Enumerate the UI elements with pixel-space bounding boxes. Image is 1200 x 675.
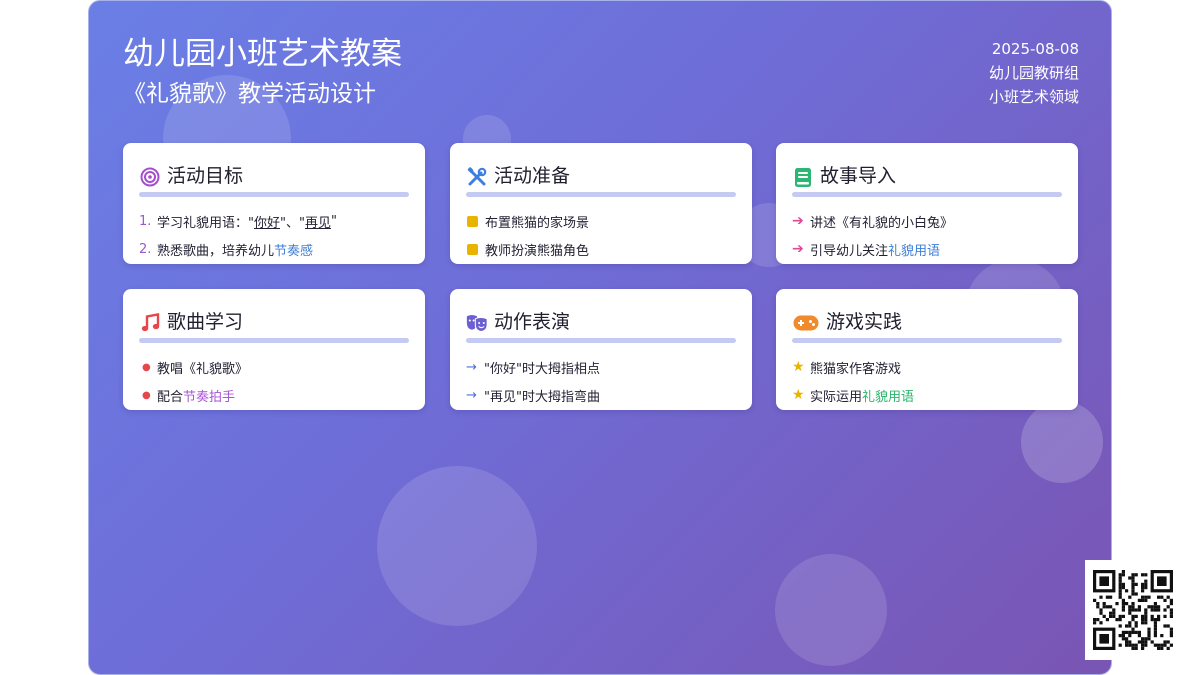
item-text: 教师扮演熊猫角色	[485, 243, 590, 259]
card-title: 故事导入	[820, 165, 897, 187]
decor-bubble	[775, 554, 887, 666]
bullet-dot-icon: ●	[142, 389, 151, 401]
list-item: ★ 熊猫家作客游戏	[792, 353, 1062, 381]
decor-bubble	[1021, 401, 1103, 483]
card-header: 游戏实践	[792, 289, 1062, 338]
meta-domain: 小班艺术领域	[988, 88, 1079, 106]
card-title: 活动准备	[494, 165, 571, 187]
item-text: "你好"时大拇指相点	[484, 361, 600, 377]
square-bullet-icon	[467, 215, 478, 227]
card-divider	[139, 338, 409, 343]
music-note-icon	[139, 312, 161, 334]
card-header: 动作表演	[466, 289, 736, 338]
item-text: 熊猫家作客游戏	[810, 361, 902, 377]
card-game: 游戏实践 ★ 熊猫家作客游戏 ★ 实际运用 礼貌用语	[776, 289, 1078, 410]
tools-icon	[466, 166, 488, 188]
header: 幼儿园小班艺术教案 《礼貌歌》教学活动设计	[123, 35, 402, 109]
star-icon: ★	[792, 359, 805, 375]
card-story: 故事导入 ➔ 讲述《有礼貌的小白兔》 ➔ 引导幼儿关注 礼貌用语	[776, 143, 1078, 264]
highlight-text: 礼貌用语	[888, 243, 941, 259]
card-song: 歌曲学习 ● 教唱《礼貌歌》 ● 配合 节奏拍手	[123, 289, 425, 410]
qr-code	[1085, 560, 1181, 660]
list-item: 1. 学习礼貌用语：" 你好 "、" 再见 "	[139, 207, 409, 235]
card-header: 故事导入	[792, 143, 1062, 192]
item-text: 布置熊猫的家场景	[485, 215, 590, 231]
gamepad-icon	[792, 312, 820, 334]
card-header: 活动目标	[139, 143, 409, 192]
item-text: 引导幼儿关注	[810, 243, 889, 259]
item-text: 学习礼貌用语："	[157, 215, 254, 231]
card-divider	[792, 192, 1062, 197]
item-text: 熟悉歌曲，培养幼儿	[157, 243, 275, 259]
item-text: 实际运用	[810, 389, 863, 405]
card-divider	[139, 192, 409, 197]
card-goals: 活动目标 1. 学习礼貌用语：" 你好 "、" 再见 " 2. 熟悉歌曲，培养幼儿 节奏感	[123, 143, 425, 264]
arrow-right-icon: ➔	[792, 213, 804, 229]
card-divider	[466, 192, 736, 197]
list-item: → "再见"时大拇指弯曲	[466, 381, 736, 409]
highlight-text: 节奏拍手	[183, 389, 236, 405]
target-icon	[139, 166, 161, 188]
list-item: 2. 熟悉歌曲，培养幼儿 节奏感	[139, 235, 409, 263]
item-text: "	[330, 213, 337, 229]
theater-masks-icon	[466, 312, 488, 334]
card-action: 动作表演 → "你好"时大拇指相点 → "再见"时大拇指弯曲	[450, 289, 752, 410]
arrow-right-icon: ➔	[792, 241, 804, 257]
list-item: ★ 实际运用 礼貌用语	[792, 381, 1062, 409]
meta-date: 2025-08-08	[991, 40, 1079, 58]
card-prep: 活动准备 布置熊猫的家场景 教师扮演熊猫角色	[450, 143, 752, 264]
item-text: 教唱《礼貌歌》	[157, 361, 249, 377]
keyword-goodbye: 再见	[304, 215, 331, 231]
decor-bubble	[377, 466, 537, 626]
page-title: 幼儿园小班艺术教案	[123, 36, 402, 72]
card-title: 活动目标	[167, 165, 244, 187]
arrow-right-icon: →	[466, 387, 477, 403]
card-title: 歌曲学习	[167, 311, 244, 333]
list-item: ● 教唱《礼貌歌》	[139, 353, 409, 381]
card-header: 活动准备	[466, 143, 736, 192]
bullet-dot-icon: ●	[142, 361, 151, 373]
page-subtitle: 《礼貌歌》教学活动设计	[123, 81, 376, 107]
item-text: 配合	[157, 389, 184, 405]
card-title: 动作表演	[494, 311, 571, 333]
list-number: 1.	[139, 213, 152, 229]
list-item: ➔ 引导幼儿关注 礼貌用语	[792, 235, 1062, 263]
square-bullet-icon	[467, 243, 478, 255]
list-number: 2.	[139, 241, 152, 257]
card-header: 歌曲学习	[139, 289, 409, 338]
meta-author: 幼儿园教研组	[988, 64, 1079, 82]
card-title: 游戏实践	[826, 311, 903, 333]
list-item: 布置熊猫的家场景	[466, 207, 736, 235]
item-text: 讲述《有礼貌的小白兔》	[810, 215, 954, 231]
item-text: "再见"时大拇指弯曲	[484, 389, 600, 405]
arrow-right-icon: →	[466, 359, 477, 375]
card-divider	[792, 338, 1062, 343]
list-item: ➔ 讲述《有礼貌的小白兔》	[792, 207, 1062, 235]
highlight-text: 节奏感	[274, 243, 314, 259]
highlight-text: 礼貌用语	[862, 389, 915, 405]
book-icon	[792, 166, 814, 188]
meta-info: 2025-08-08 幼儿园教研组 小班艺术领域	[989, 37, 1079, 109]
list-item: 教师扮演熊猫角色	[466, 235, 736, 263]
item-text: "、"	[280, 215, 305, 231]
list-item: → "你好"时大拇指相点	[466, 353, 736, 381]
lesson-plan-slide: 幼儿园小班艺术教案 《礼貌歌》教学活动设计 2025-08-08 幼儿园教研组 …	[88, 0, 1112, 675]
keyword-hello: 你好	[253, 215, 280, 231]
card-divider	[466, 338, 736, 343]
list-item: ● 配合 节奏拍手	[139, 381, 409, 409]
star-icon: ★	[792, 387, 805, 403]
